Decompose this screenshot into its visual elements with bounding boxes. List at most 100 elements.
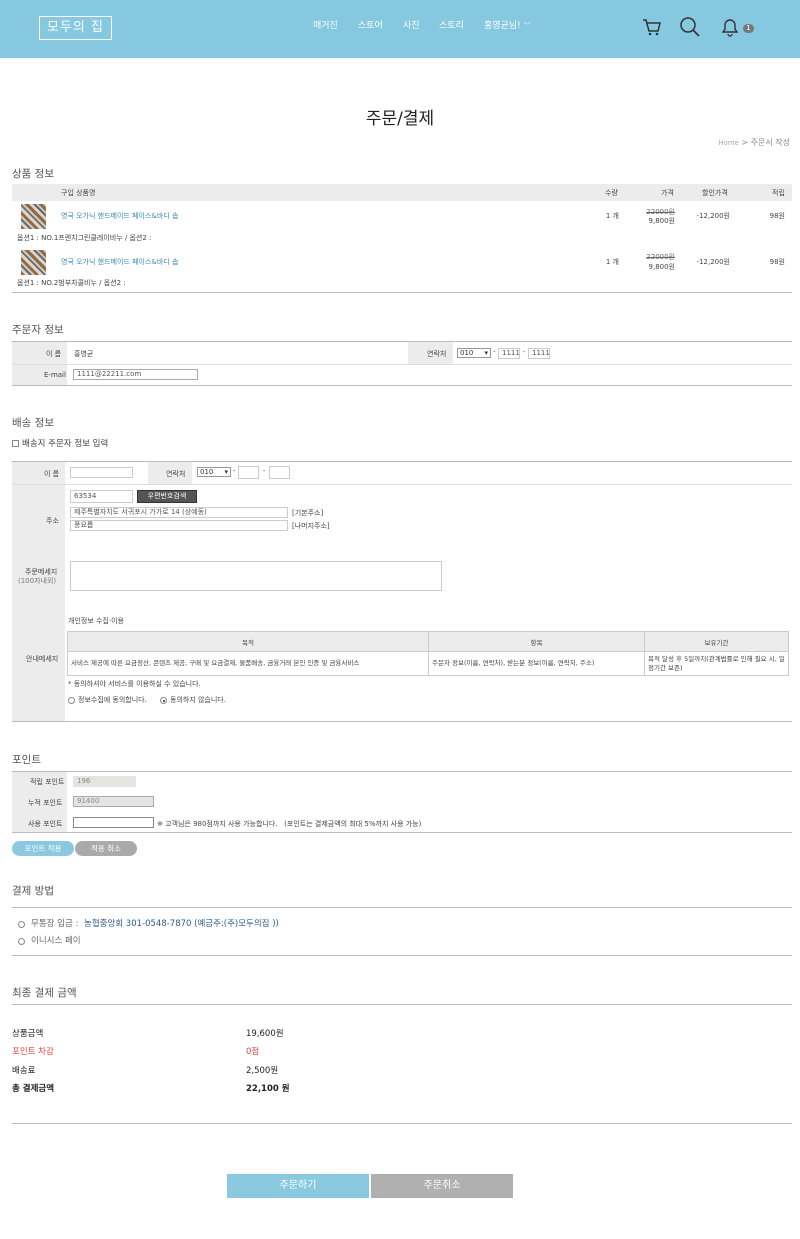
ship-address-label: 주소: [46, 517, 59, 525]
section-title-summary: 최종 결제 금액: [12, 987, 77, 999]
product-thumbnail[interactable]: [21, 204, 46, 229]
address2-tag: [나머지주소]: [292, 522, 330, 530]
product-qty: 1 개: [605, 258, 619, 266]
address2-field[interactable]: 풍요롭: [70, 520, 288, 531]
nav-story[interactable]: 스토리: [439, 18, 464, 31]
shipping-fee-value: 2,500원: [246, 1066, 279, 1076]
ship-name-label: 이 름: [44, 470, 60, 478]
subtotal-label: 상품금액: [12, 1029, 44, 1039]
col-points: 적립: [772, 189, 785, 197]
point-deduct-label: 포인트 차감: [12, 1047, 54, 1057]
product-option: 옵션1 : NO.1프렌치그린클레이비누 / 옵션2 :: [17, 234, 152, 242]
product-option: 옵션1 : NO.2범부차콜비누 / 옵션2 :: [17, 279, 126, 287]
dash: -: [493, 348, 496, 356]
orderer-phone-label: 연락처: [427, 350, 447, 358]
product-name-link[interactable]: 영국 오가닉 핸드메이드 페이스&바디 솝: [61, 211, 178, 221]
label-column: [12, 462, 65, 721]
zipcode-search-button[interactable]: 우편번호검색: [137, 490, 197, 503]
nav-photo[interactable]: 사진: [403, 18, 420, 31]
dash: -: [233, 467, 236, 475]
cancel-points-button[interactable]: 적용 취소: [75, 841, 137, 856]
place-order-button[interactable]: 주문하기: [227, 1174, 369, 1198]
bell-icon[interactable]: [719, 16, 741, 38]
user-name: 홍영균님!: [484, 21, 521, 31]
col-price: 가격: [661, 189, 674, 197]
privacy-col-purpose: 목적: [67, 631, 429, 652]
product-points: 98원: [769, 212, 785, 220]
breadcrumb-current: > 주문서 작성: [741, 138, 790, 147]
same-as-orderer-label: 배송지 주문자 정보 입력: [22, 439, 109, 449]
inicis-pay-radio[interactable]: [18, 938, 25, 945]
site-logo[interactable]: 모두의 집: [39, 16, 112, 40]
orderer-phone-last-field[interactable]: 1111: [528, 348, 550, 359]
ship-phone-last-field[interactable]: [269, 466, 290, 479]
privacy-purpose: 서비스 제공에 따른 요금정산, 콘텐츠 제공, 구매 및 요금결제, 물품배송…: [67, 651, 429, 676]
orderer-email-field[interactable]: 1111@22211.com: [73, 369, 198, 380]
orderer-phone-prefix-select[interactable]: 010: [457, 348, 491, 358]
product-price: 9,800원: [648, 263, 675, 271]
product-points: 98원: [769, 258, 785, 266]
col-discount: 할인가격: [702, 189, 728, 197]
cart-icon[interactable]: [641, 16, 663, 38]
top-header: 모두의 집 매거진 스토어 사진 스토리 홍영균님! ﹀ 1: [0, 0, 800, 58]
total-label: 총 결제금액: [12, 1084, 55, 1094]
same-as-orderer-checkbox[interactable]: [12, 440, 19, 447]
address1-field[interactable]: 제주특별자치도 서귀포시 가가로 14 (상예동): [70, 507, 288, 518]
apply-points-button[interactable]: 포인트 적용: [12, 841, 74, 856]
agree-label: 정보수집에 동의합니다.: [78, 696, 147, 704]
product-qty: 1 개: [605, 212, 619, 220]
privacy-col-items: 항목: [428, 631, 645, 652]
ship-phone-mid-field[interactable]: [238, 466, 259, 479]
subtotal-value: 19,600원: [246, 1029, 284, 1039]
shipping-fee-label: 배송료: [12, 1066, 36, 1076]
order-message-textarea[interactable]: [70, 561, 442, 591]
selected-value: 010: [460, 349, 474, 357]
ship-name-field[interactable]: [70, 467, 133, 478]
divider: [12, 907, 792, 908]
section-title-points: 포인트: [12, 754, 41, 766]
bank-transfer-radio[interactable]: [18, 921, 25, 928]
privacy-note: * 동의하셔야 서비스를 이용하실 수 있습니다.: [68, 680, 201, 688]
product-original-price: 22000원: [646, 253, 675, 261]
privacy-period: 목적 달성 후 5일까지(관계법률로 인해 필요 시, 일정기간 보존): [644, 651, 789, 676]
orderer-name-value: 홍영균: [74, 350, 94, 358]
product-discount: -12,200원: [696, 212, 730, 220]
product-name-link[interactable]: 영국 오가닉 핸드메이드 페이스&바디 솝: [61, 257, 178, 267]
nav-magazine[interactable]: 매거진: [313, 18, 338, 31]
orderer-phone-mid-field[interactable]: 1111: [498, 348, 520, 359]
col-qty: 수량: [605, 189, 618, 197]
user-menu[interactable]: 홍영균님! ﹀: [484, 18, 531, 31]
notification-badge: 1: [743, 24, 754, 33]
divider: [12, 1123, 792, 1124]
product-price: 9,800원: [648, 217, 675, 225]
product-table-header: 구입 상품명 수량 가격 할인가격 적립: [12, 184, 792, 201]
use-points-field[interactable]: [73, 817, 154, 828]
product-thumbnail[interactable]: [21, 250, 46, 275]
product-discount: -12,200원: [696, 258, 730, 266]
orderer-name-label: 이 름: [46, 350, 62, 358]
divider: [12, 385, 792, 386]
breadcrumb-home[interactable]: Home: [718, 139, 739, 147]
divider: [12, 832, 792, 833]
section-title-payment: 결제 방법: [12, 885, 54, 897]
zipcode-field[interactable]: 63534: [70, 490, 133, 503]
cancel-order-button[interactable]: 주문취소: [371, 1174, 513, 1198]
selected-value: 010: [200, 468, 214, 476]
disagree-label: 동의하지 않습니다.: [170, 696, 226, 704]
section-title-shipping: 배송 정보: [12, 417, 54, 429]
ship-phone-label: 연락처: [166, 470, 186, 478]
divider: [12, 771, 792, 772]
total-points-label: 누적 포인트: [28, 799, 63, 807]
disagree-radio[interactable]: [160, 697, 167, 704]
earn-points-label: 적립 포인트: [30, 778, 65, 786]
agree-radio[interactable]: [68, 697, 75, 704]
breadcrumb: Home > 주문서 작성: [718, 137, 790, 148]
search-icon[interactable]: [679, 16, 701, 38]
divider: [12, 1004, 792, 1005]
ship-phone-prefix-select[interactable]: 010: [197, 467, 231, 477]
page-title: 주문/결제: [365, 109, 435, 129]
privacy-table: 목적 항목 보유기간 서비스 제공에 따른 요금정산, 콘텐츠 제공, 구매 및…: [67, 631, 789, 676]
privacy-col-period: 보유기간: [644, 631, 789, 652]
nav-store[interactable]: 스토어: [358, 18, 383, 31]
divider: [12, 292, 792, 293]
